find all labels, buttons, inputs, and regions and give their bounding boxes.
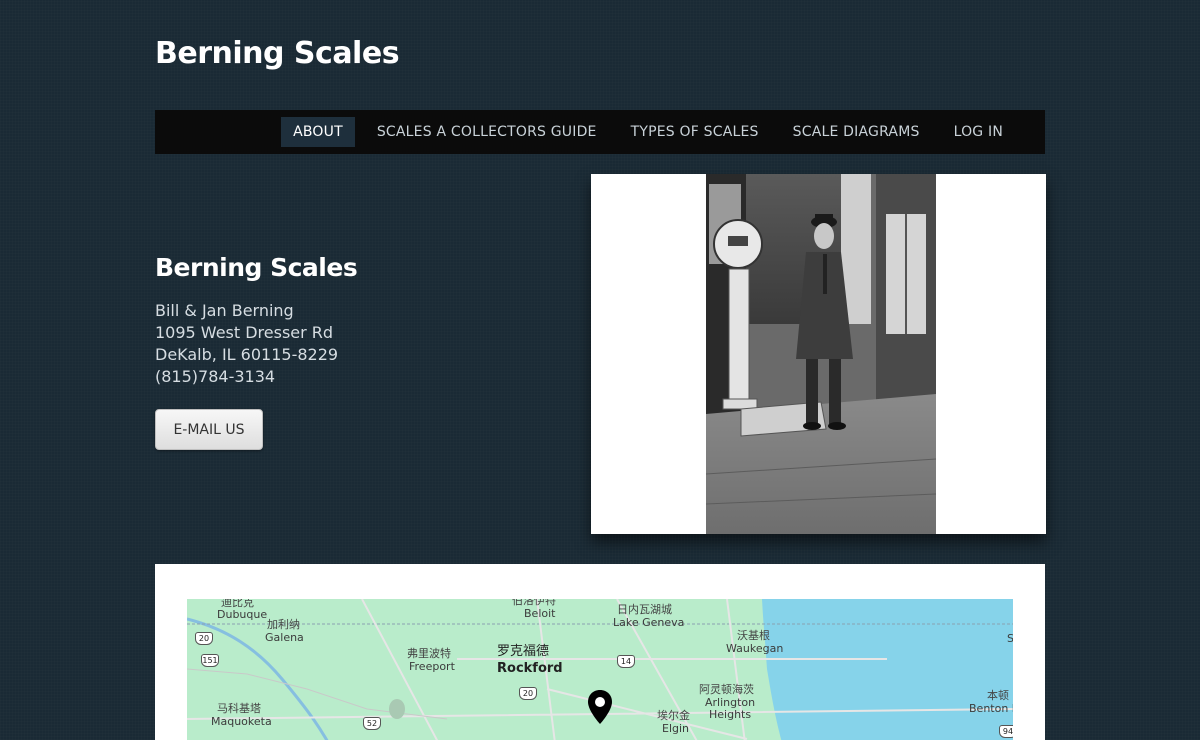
contact-names: Bill & Jan Berning — [155, 301, 294, 320]
map-label-dubuque: Dubuque — [217, 608, 268, 621]
map-label-galena: Galena — [265, 631, 304, 644]
map-label-beloit-cn: 伯洛伊特 — [512, 599, 556, 607]
map-label-maquoketa: Maquoketa — [211, 715, 272, 728]
nav-item-about[interactable]: ABOUT — [281, 117, 355, 147]
map-label-waukegan: Waukegan — [726, 642, 784, 655]
route-shield-94: 94 — [999, 725, 1013, 738]
map-label-freeport: Freeport — [409, 660, 455, 673]
map-label-benton: Benton H — [969, 702, 1013, 715]
nav-item-types-of-scales[interactable]: TYPES OF SCALES — [619, 117, 771, 147]
page-heading: Berning Scales — [155, 253, 358, 282]
route-shield-20-east: 20 — [519, 687, 537, 700]
email-us-button[interactable]: E-MAIL US — [155, 409, 263, 450]
map-label-maquoketa-cn: 马科基塔 — [217, 702, 261, 715]
map-label-s: S — [1007, 632, 1013, 645]
contact-street: 1095 West Dresser Rd — [155, 323, 334, 342]
route-shield-52: 52 — [363, 717, 381, 730]
map-label-beloit: Beloit — [524, 607, 556, 620]
map-pin-icon[interactable] — [587, 689, 613, 725]
map-label-benton-cn: 本顿 — [987, 689, 1009, 702]
map-label-lake-geneva-cn: 日内瓦湖城 — [617, 603, 672, 616]
location-map[interactable]: 迪比克 Dubuque 伯洛伊特 Beloit 日内瓦湖城 Lake Genev… — [187, 599, 1013, 740]
nav-item-collectors-guide[interactable]: SCALES A COLLECTORS GUIDE — [365, 117, 609, 147]
man-with-scale-photo — [705, 174, 937, 534]
map-label-elgin-cn: 埃尔金 — [657, 709, 690, 722]
contact-phone: (815)784-3134 — [155, 367, 276, 386]
route-shield-20: 20 — [195, 632, 213, 645]
route-shield-14: 14 — [617, 655, 635, 668]
map-panel: 迪比克 Dubuque 伯洛伊特 Beloit 日内瓦湖城 Lake Genev… — [155, 564, 1045, 740]
nav-item-scale-diagrams[interactable]: SCALE DIAGRAMS — [781, 117, 932, 147]
map-label-rockford: Rockford — [497, 661, 563, 676]
historic-photo — [591, 174, 1046, 534]
map-label-heights: Heights — [709, 708, 752, 721]
map-label-freeport-cn: 弗里波特 — [407, 647, 451, 660]
map-label-rockford-cn: 罗克福德 — [497, 644, 550, 659]
map-label-arlington-cn: 阿灵顿海茨 — [699, 683, 754, 696]
main-nav: ABOUT SCALES A COLLECTORS GUIDE TYPES OF… — [155, 110, 1045, 154]
contact-city: DeKalb, IL 60115-8229 — [155, 345, 339, 364]
route-shield-151: 151 — [201, 654, 219, 667]
site-title[interactable]: Berning Scales — [155, 36, 400, 71]
map-label-lake-geneva: Lake Geneva — [613, 616, 685, 629]
map-label-elgin: Elgin — [662, 722, 690, 735]
nav-item-log-in[interactable]: LOG IN — [942, 117, 1015, 147]
contact-block: Bill & Jan Berning 1095 West Dresser Rd … — [155, 300, 338, 388]
map-label-waukegan-cn: 沃基根 — [737, 629, 770, 642]
map-label-galena-cn: 加利纳 — [267, 618, 300, 631]
